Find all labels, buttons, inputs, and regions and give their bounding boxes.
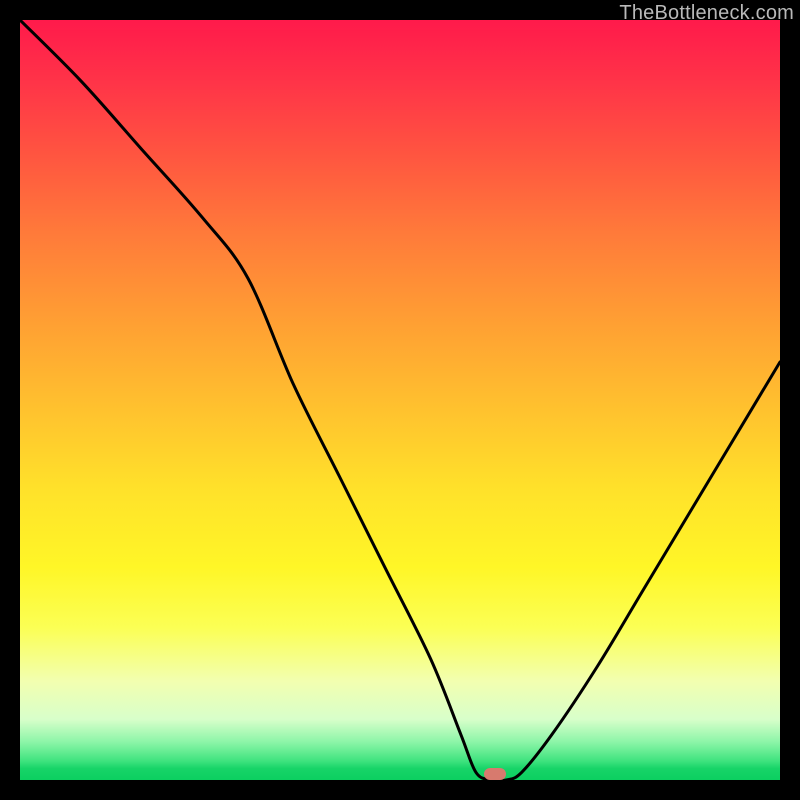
watermark-text: TheBottleneck.com xyxy=(619,2,794,25)
curve-path xyxy=(20,20,780,780)
optimal-marker xyxy=(484,768,506,780)
chart-frame: TheBottleneck.com xyxy=(0,0,800,800)
bottleneck-curve xyxy=(20,20,780,780)
plot-area xyxy=(20,20,780,780)
